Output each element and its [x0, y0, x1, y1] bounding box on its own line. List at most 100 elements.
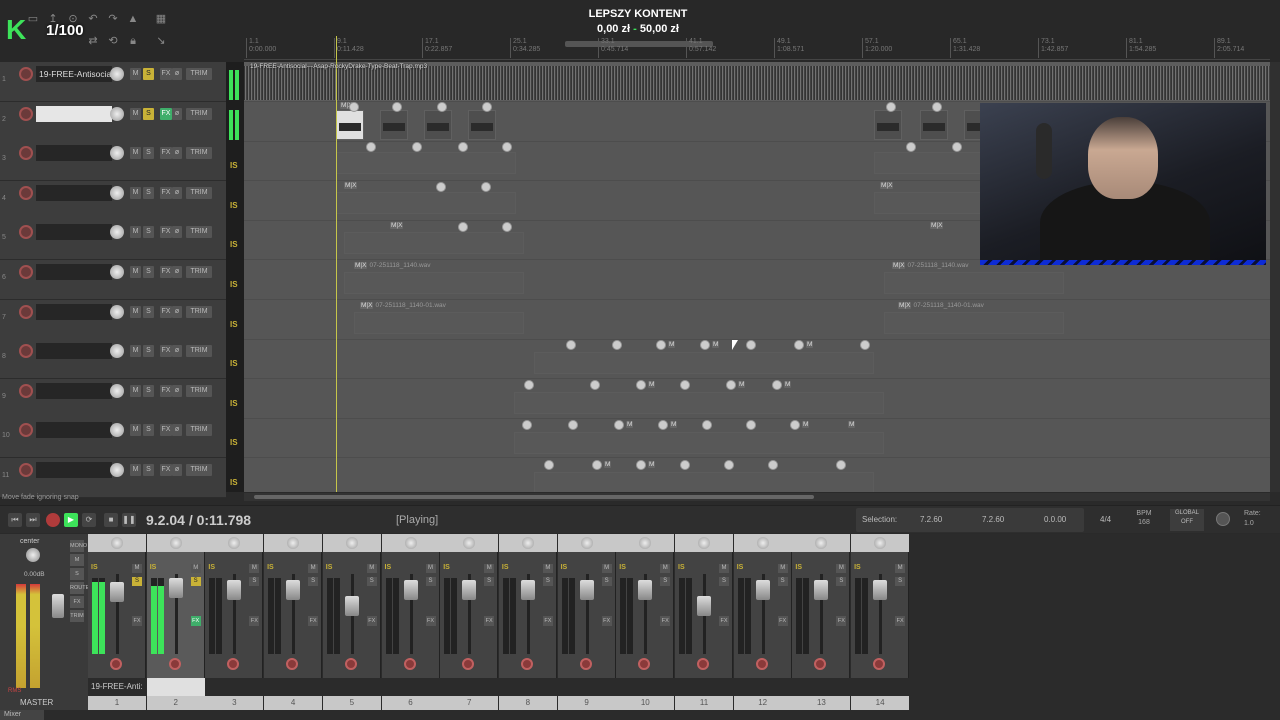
- strip-fx-button[interactable]: FX: [777, 616, 788, 626]
- strip-fader[interactable]: [168, 578, 183, 598]
- go-start-button[interactable]: ⏮: [8, 513, 22, 527]
- record-arm-button[interactable]: [19, 106, 33, 121]
- global-automation[interactable]: GLOBAL OFF: [1170, 509, 1204, 531]
- strip-fx-button[interactable]: FX: [249, 616, 260, 626]
- item-volume-handle[interactable]: [481, 182, 491, 192]
- strip-mute-button[interactable]: M: [366, 564, 377, 573]
- mixer-strip[interactable]: IS M S FX 10: [616, 534, 675, 710]
- track-header[interactable]: 2 M S FX ø TRIM: [0, 101, 226, 142]
- strip-fx-button[interactable]: FX: [719, 616, 729, 626]
- strip-name[interactable]: [322, 678, 381, 696]
- strip-record-arm[interactable]: [873, 658, 886, 670]
- item-volume-handle[interactable]: [952, 142, 962, 152]
- strip-solo-button[interactable]: S: [132, 577, 142, 586]
- strip-record-arm[interactable]: [227, 658, 240, 670]
- solo-button[interactable]: S: [143, 305, 154, 318]
- empty-item[interactable]: [514, 392, 884, 414]
- record-arm-button[interactable]: [19, 304, 33, 319]
- solo-button[interactable]: S: [143, 345, 154, 358]
- phase-button[interactable]: ø: [172, 68, 182, 80]
- trim-button[interactable]: TRIM: [186, 147, 212, 160]
- empty-item[interactable]: [884, 272, 1064, 294]
- strip-fader[interactable]: [638, 580, 653, 600]
- solo-button[interactable]: S: [143, 186, 154, 199]
- volume-knob[interactable]: [110, 225, 124, 240]
- bpm-box[interactable]: BPM 168: [1128, 509, 1160, 531]
- strip-record-arm[interactable]: [755, 658, 768, 670]
- loop-icon[interactable]: ⟲: [106, 34, 120, 48]
- phase-button[interactable]: ø: [172, 226, 182, 239]
- empty-item[interactable]: [354, 312, 524, 334]
- trim-button[interactable]: TRIM: [186, 384, 212, 397]
- strip-solo-button[interactable]: S: [366, 577, 377, 586]
- strip-fader[interactable]: [110, 582, 124, 602]
- item-volume-handle[interactable]: [768, 460, 778, 470]
- record-arm-button[interactable]: [19, 383, 33, 398]
- track-name[interactable]: [36, 264, 112, 280]
- strip-record-arm[interactable]: [286, 658, 299, 670]
- trim-button[interactable]: TRIM: [186, 226, 212, 239]
- stop-button[interactable]: ■: [104, 513, 118, 527]
- strip-fx-button[interactable]: FX: [895, 616, 906, 626]
- save-icon[interactable]: ⊙: [66, 12, 80, 26]
- record-arm-button[interactable]: [19, 265, 33, 279]
- solo-button[interactable]: S: [143, 424, 154, 437]
- undo-icon[interactable]: ↶: [86, 12, 100, 26]
- empty-item[interactable]: [344, 232, 524, 254]
- item-volume-handle[interactable]: [658, 420, 668, 430]
- trim-button[interactable]: TRIM: [186, 305, 212, 318]
- mute-button[interactable]: M: [130, 464, 141, 476]
- strip-name[interactable]: [616, 678, 675, 696]
- media-item-waveform[interactable]: [244, 66, 1270, 100]
- item-volume-handle[interactable]: [794, 340, 804, 350]
- trim-button[interactable]: TRIM: [186, 464, 212, 476]
- track-name[interactable]: [36, 145, 112, 162]
- volume-knob[interactable]: [110, 265, 124, 279]
- empty-item[interactable]: [336, 152, 516, 174]
- horizontal-scroll-thumb[interactable]: [254, 495, 814, 499]
- strip-mute-button[interactable]: M: [719, 564, 729, 573]
- phase-button[interactable]: ø: [172, 186, 182, 199]
- strip-name[interactable]: [675, 678, 733, 696]
- strip-fader[interactable]: [344, 596, 359, 616]
- solo-button[interactable]: S: [143, 68, 154, 80]
- pan-knob[interactable]: [521, 537, 534, 549]
- fx-button[interactable]: FX: [160, 107, 172, 120]
- item-volume-handle[interactable]: [349, 102, 359, 112]
- mixer-strip[interactable]: IS M S FX 2: [146, 534, 205, 710]
- strip-fader[interactable]: [286, 580, 301, 600]
- phase-button[interactable]: ø: [172, 147, 182, 160]
- item-volume-handle[interactable]: [412, 142, 422, 152]
- strip-name[interactable]: 19-FREE-Anti:: [88, 678, 146, 696]
- item-volume-handle[interactable]: [458, 222, 468, 232]
- strip-fx-button[interactable]: FX: [660, 616, 671, 626]
- mute-button[interactable]: M: [130, 266, 141, 278]
- lock-icon[interactable]: 🔒︎: [126, 34, 140, 48]
- mixer-strip[interactable]: IS M S FX 11: [675, 534, 733, 710]
- item-volume-handle[interactable]: [726, 380, 736, 390]
- solo-button[interactable]: S: [143, 464, 154, 476]
- track-header[interactable]: 3 M S FX ø TRIM: [0, 141, 226, 182]
- mixer-strip[interactable]: IS M S FX 13: [792, 534, 851, 710]
- pan-knob[interactable]: [698, 537, 710, 549]
- fx-button[interactable]: FX: [160, 186, 172, 199]
- item-volume-handle[interactable]: [482, 102, 492, 112]
- volume-knob[interactable]: [110, 146, 124, 161]
- strip-record-arm[interactable]: [344, 658, 357, 670]
- strip-fx-button[interactable]: FX: [601, 616, 612, 626]
- strip-mute-button[interactable]: M: [601, 564, 612, 573]
- selection-end[interactable]: 7.2.60: [982, 515, 1004, 524]
- mute-button[interactable]: M: [130, 147, 141, 160]
- item-volume-handle[interactable]: [906, 142, 916, 152]
- item-volume-handle[interactable]: [886, 102, 896, 112]
- horizontal-scrollbar[interactable]: [244, 493, 1270, 501]
- strip-solo-button[interactable]: S: [249, 577, 260, 586]
- record-arm-button[interactable]: [19, 225, 33, 240]
- item-volume-handle[interactable]: [590, 380, 600, 390]
- record-arm-button[interactable]: [19, 67, 33, 81]
- time-signature[interactable]: 4/4: [1100, 515, 1111, 524]
- media-item[interactable]: [468, 110, 496, 140]
- pan-knob[interactable]: [169, 537, 182, 549]
- strip-name[interactable]: [733, 678, 792, 696]
- strip-mute-button[interactable]: M: [190, 564, 201, 573]
